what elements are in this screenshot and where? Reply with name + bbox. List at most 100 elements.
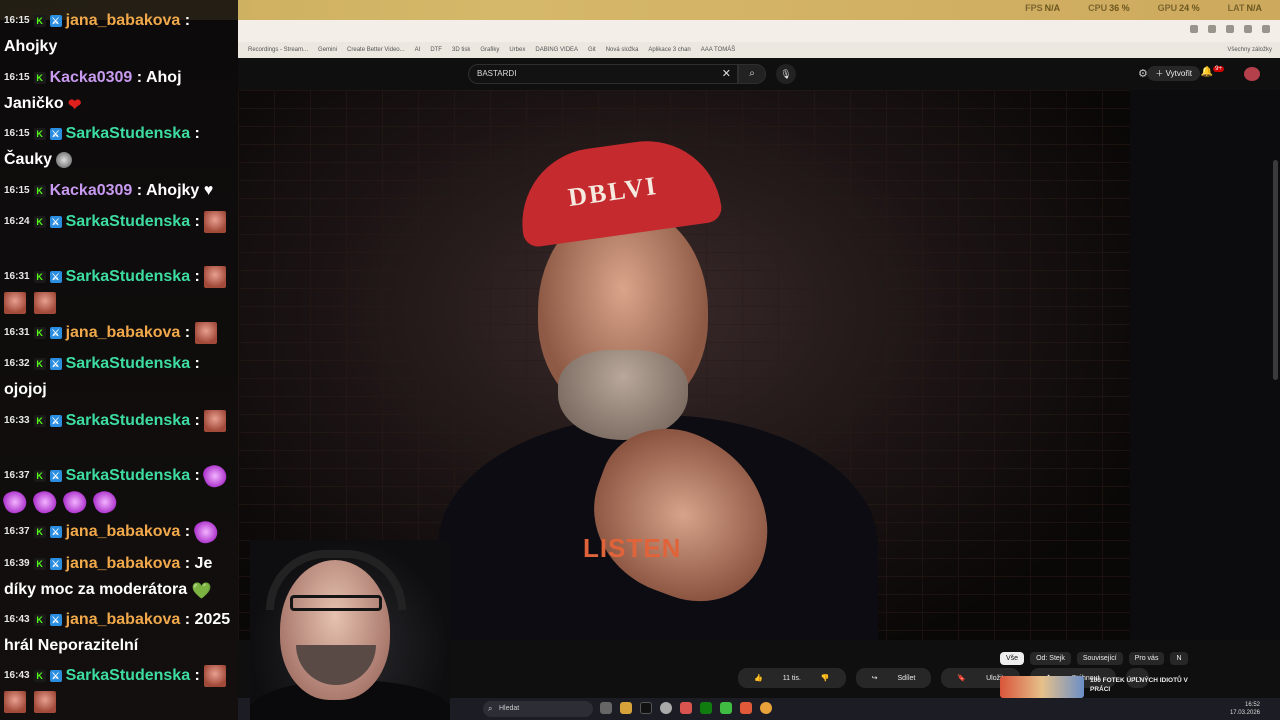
chat-username[interactable]: SarkaStudenska [66, 268, 191, 285]
settings-icon[interactable]: ⚙ [1138, 67, 1148, 80]
bookmark-item[interactable]: Gemini [318, 47, 337, 53]
chat-colon: : [194, 355, 200, 373]
kick-icon: K [33, 558, 46, 570]
taskbar-search[interactable]: ⌕ Hledat [483, 701, 593, 717]
chat-time: 16:43 [4, 614, 30, 625]
bookmark-item[interactable]: Git [588, 47, 596, 53]
share-button[interactable]: ↪ Sdílet [855, 668, 932, 688]
chat-username[interactable]: Kacka0309 [50, 182, 133, 199]
filter-chips: Vše Od: Stejk Související Pro vás N [1000, 652, 1188, 665]
chat-username[interactable]: jana_babakova [66, 12, 181, 29]
moderator-sword-icon: ⚔ [49, 271, 62, 283]
face-emote-icon [194, 322, 217, 344]
chat-time: 16:15 [4, 128, 30, 139]
chrome-icon[interactable] [660, 702, 672, 714]
thumbs-up-icon: 👍 [746, 671, 771, 685]
youtube-header: BASTARDI ✕ ⌕ 🎙 ⚙ ＋ Vytvořit 🔔 9+ [238, 58, 1280, 90]
tiktok-icon[interactable] [640, 702, 652, 714]
menu-icon[interactable] [1262, 25, 1270, 33]
puff-emote-icon [60, 487, 90, 517]
chat-username[interactable]: SarkaStudenska [66, 355, 191, 372]
chat-username[interactable]: Kacka0309 [50, 69, 133, 86]
bookmark-item[interactable]: Aplikace 3 chan [648, 47, 690, 53]
bookmark-item[interactable]: AI [415, 47, 421, 53]
browser-icon[interactable] [760, 702, 772, 714]
suggested-title[interactable]: 100 FOTEK ÚPLNÝCH IDIOTŮ V PRÁCI [1090, 676, 1200, 698]
moderator-sword-icon: ⚔ [49, 470, 62, 482]
chat-message: 16:37 K ⚔ jana_babakova : [4, 517, 236, 547]
search-input[interactable]: BASTARDI ✕ [468, 64, 738, 84]
filter-chip[interactable]: N [1170, 652, 1188, 665]
webcam-overlay [250, 540, 450, 720]
suggested-video[interactable]: 100 FOTEK ÚPLNÝCH IDIOTŮ V PRÁCI [1000, 676, 1200, 698]
chat-username[interactable]: jana_babakova [66, 555, 181, 572]
screen-root: FPS N/A CPU 36 % GPU 24 % LAT N/A Recordings… [0, 0, 1280, 720]
chat-username[interactable]: SarkaStudenska [66, 125, 191, 142]
chat-time: 16:32 [4, 358, 30, 369]
chat-username[interactable]: jana_babakova [66, 324, 181, 341]
mic-button[interactable]: 🎙 [776, 64, 796, 84]
chat-colon: : [194, 125, 200, 143]
bookmark-item[interactable]: Nová složka [606, 47, 639, 53]
scrollbar[interactable] [1273, 160, 1278, 380]
bookmark-item[interactable]: Create Better Video... [347, 47, 405, 53]
app-icon[interactable] [680, 702, 692, 714]
filter-chip[interactable]: Pro vás [1128, 652, 1165, 665]
folder-icon[interactable] [620, 702, 632, 714]
bookmark-item[interactable]: Urbex [509, 47, 525, 53]
xbox-icon[interactable] [700, 702, 712, 714]
puff-emote-icon [30, 487, 60, 517]
moderator-sword-icon: ⚔ [49, 216, 62, 228]
bookmark-item[interactable]: Všechny záložky [1227, 47, 1272, 53]
thumbs-down-icon[interactable]: 👎 [812, 671, 838, 685]
kick-icon: K [33, 470, 46, 482]
kick-icon: K [33, 185, 46, 197]
bookmark-item[interactable]: Recordings - Stream... [248, 47, 308, 53]
extension-icon[interactable] [1226, 25, 1234, 33]
system-tray-clock[interactable]: 16:52 17.03.2026 [1230, 701, 1260, 717]
chat-username[interactable]: jana_babakova [66, 523, 181, 540]
bookmark-item[interactable]: AAA TOMÁŠ [701, 47, 735, 53]
suggested-thumbnail[interactable] [1000, 676, 1084, 698]
kick-icon: K [33, 271, 46, 283]
app-icon[interactable] [740, 702, 752, 714]
puff-emote-icon [201, 461, 230, 491]
create-button[interactable]: ＋ Vytvořit [1147, 66, 1200, 81]
chat-username[interactable]: SarkaStudenska [66, 213, 191, 230]
taskview-icon[interactable] [600, 702, 612, 714]
search-button[interactable]: ⌕ [738, 64, 766, 84]
chat-message: 16:43 K ⚔ jana_babakova : 2025 hrál Neporaz… [4, 607, 236, 659]
chat-username[interactable]: SarkaStudenska [66, 667, 191, 684]
avatar[interactable] [1244, 67, 1260, 81]
clear-search-icon[interactable]: ✕ [722, 65, 731, 83]
chat-username[interactable]: SarkaStudenska [66, 412, 191, 429]
like-button[interactable]: 👍 11 tis. 👎 [738, 668, 846, 688]
bookmark-item[interactable]: DTF [430, 47, 442, 53]
face-emote-icon [204, 665, 227, 687]
chat-username[interactable]: jana_babakova [66, 611, 181, 628]
extension-icon[interactable] [1190, 25, 1198, 33]
kick-icon: K [33, 327, 46, 339]
extension-icon[interactable] [1244, 25, 1252, 33]
bookmark-item[interactable]: DABING VIDEA [535, 47, 578, 53]
face-emote-icon [204, 211, 227, 233]
filter-chip[interactable]: Od: Stejk [1030, 652, 1071, 665]
chat-message: 16:15 K Kacka0309 : Ahoj Janičko ❤ [4, 65, 236, 117]
bookmark-item[interactable]: 3D tisk [452, 47, 470, 53]
play-icon[interactable] [720, 702, 732, 714]
heart-icon: ❤ [68, 97, 82, 114]
kick-icon: K [33, 15, 46, 27]
chat-time: 16:15 [4, 72, 30, 83]
notifications-bell-icon[interactable]: 🔔 9+ [1201, 66, 1224, 77]
chat-overlay: 16:15 K ⚔ jana_babakova : Ahojky 16:15 K Kack… [0, 0, 238, 720]
face-emote-icon [4, 292, 26, 314]
browser-address-bar[interactable] [238, 20, 1280, 42]
chat-text: Ahojky [4, 38, 58, 56]
filter-chip[interactable]: Vše [1000, 652, 1025, 665]
chat-username[interactable]: SarkaStudenska [66, 467, 191, 484]
chat-message: 16:32 K ⚔ SarkaStudenska : ojojoj [4, 351, 236, 403]
bookmark-item[interactable]: Grafiky [480, 47, 499, 53]
extension-icon[interactable] [1208, 25, 1216, 33]
filter-chip[interactable]: Související [1076, 652, 1123, 665]
fps-stat: FPS N/A [1025, 3, 1061, 13]
